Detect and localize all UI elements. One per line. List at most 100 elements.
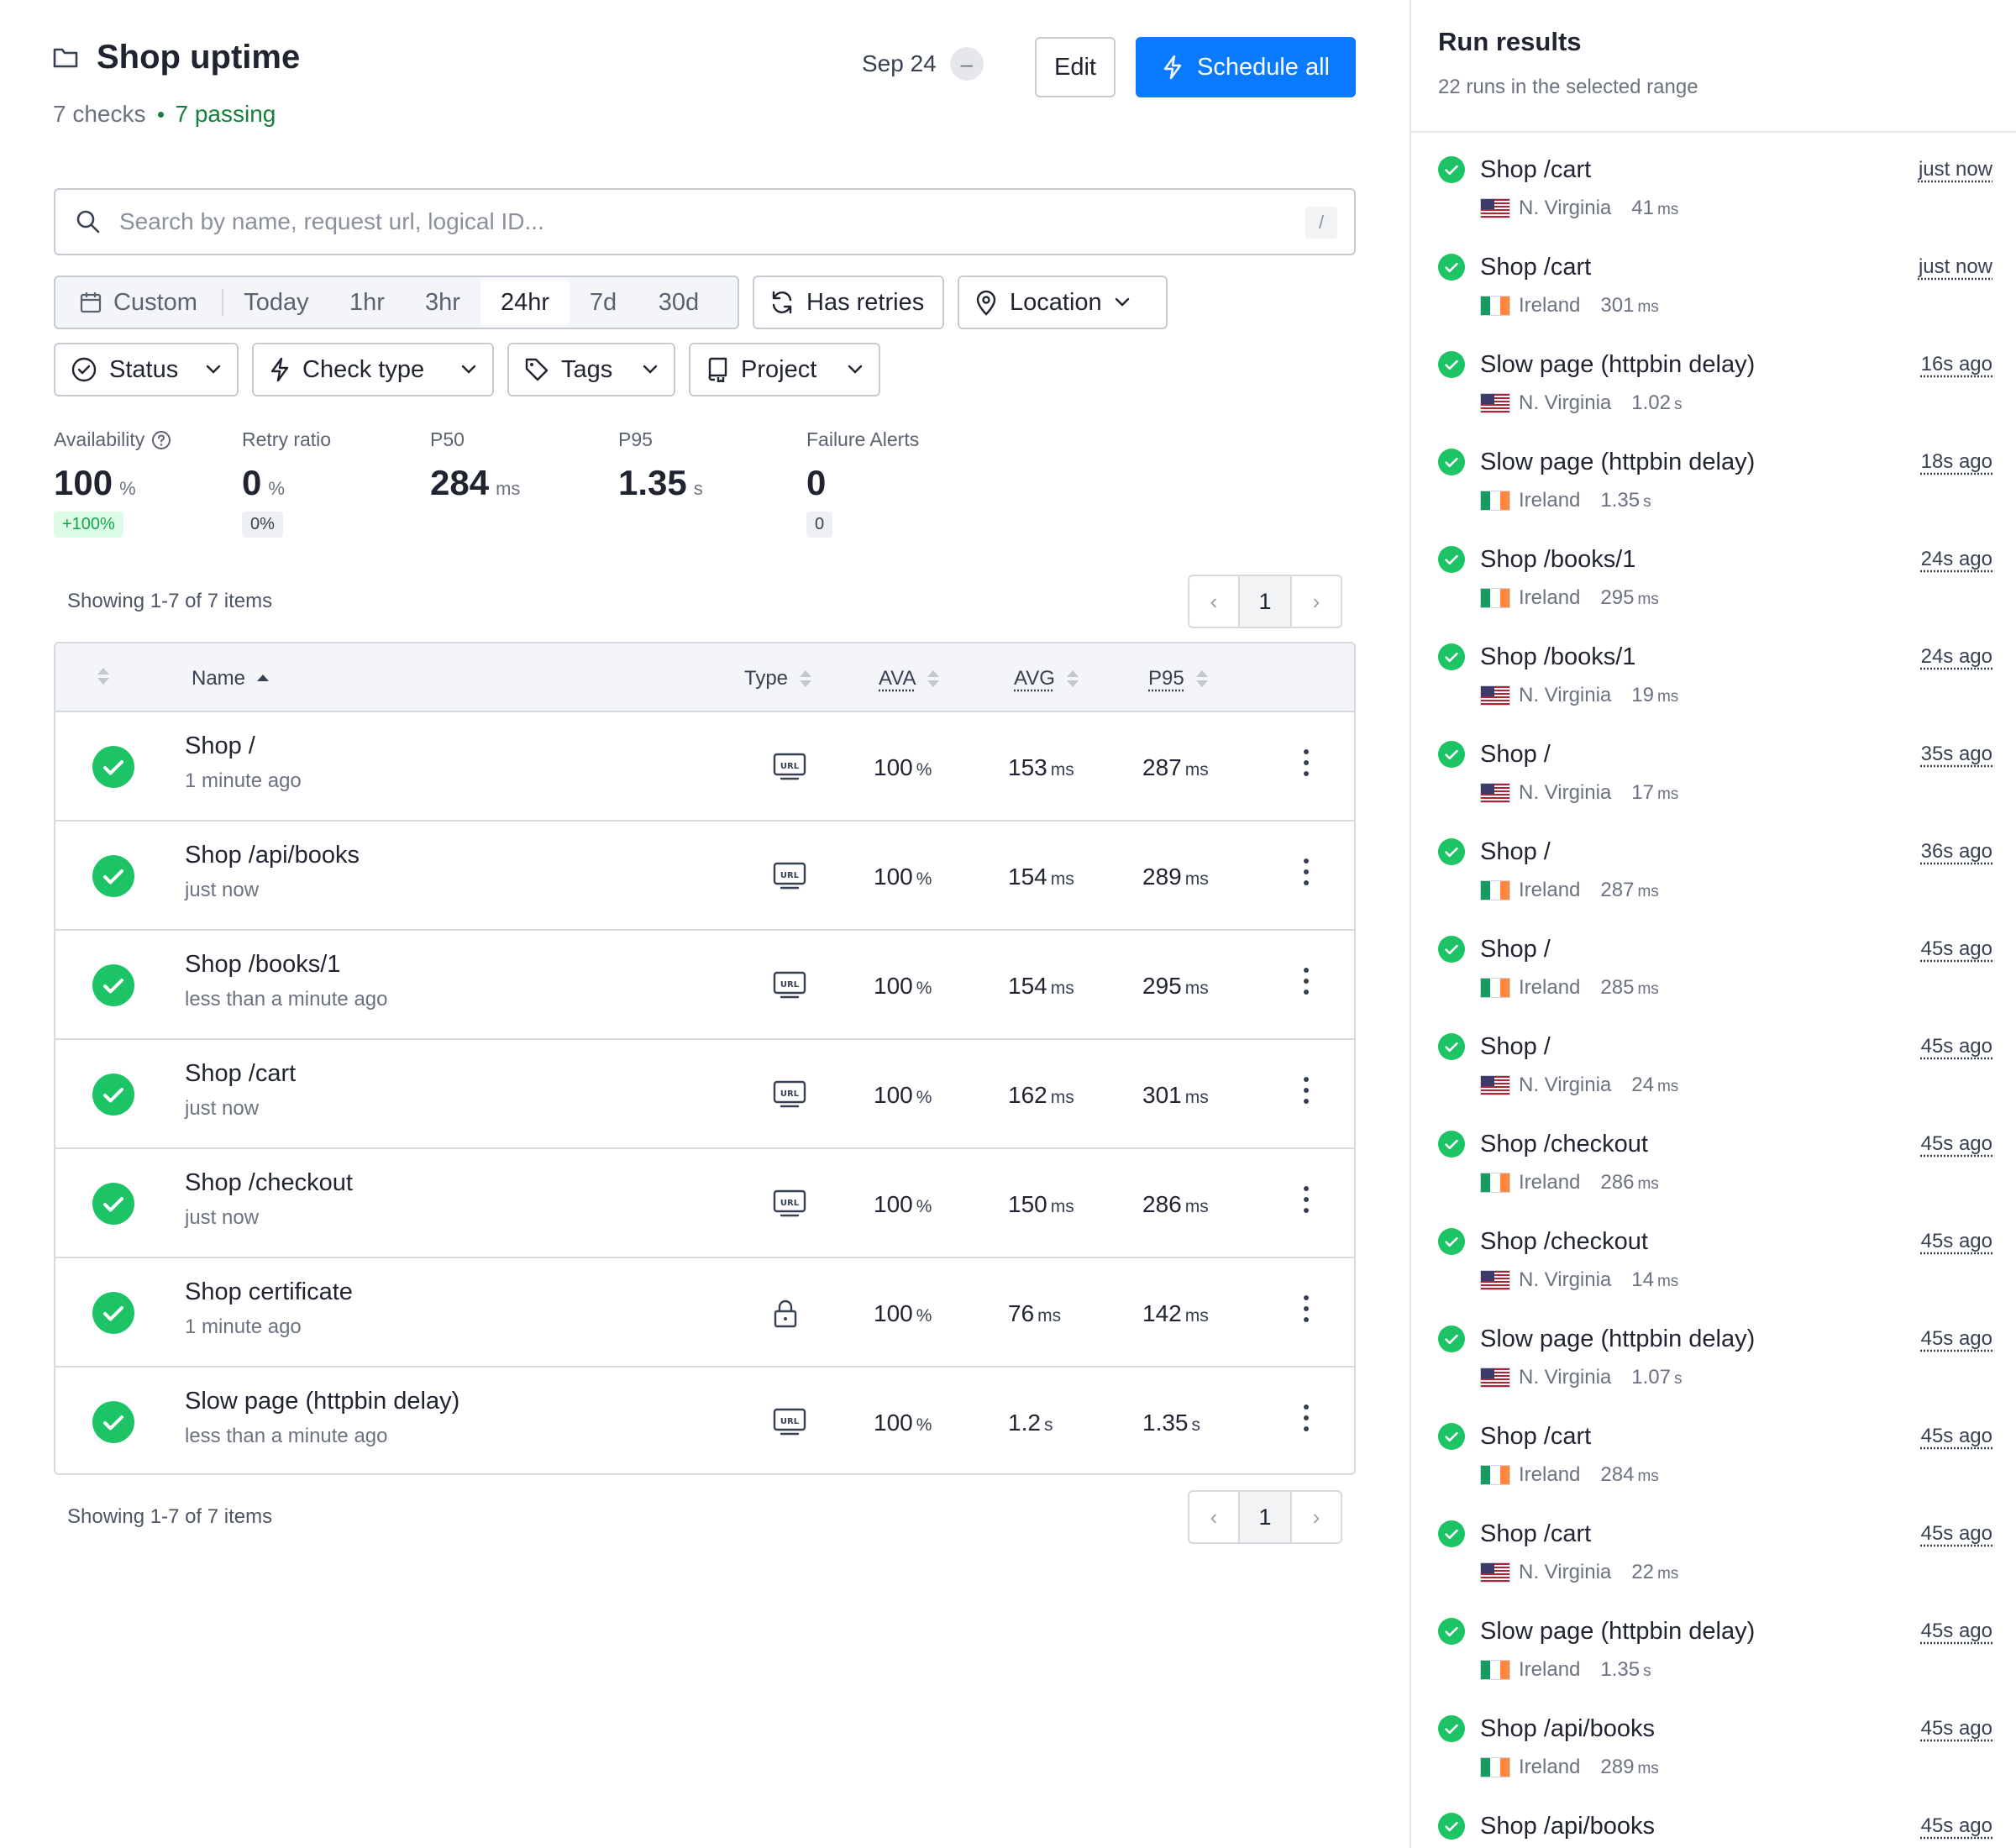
run-item[interactable]: Shop / 45s ago Ireland 285 ms	[1438, 921, 1992, 1018]
range-7d[interactable]: 7d	[570, 279, 637, 326]
clear-date-button[interactable]: –	[949, 47, 984, 81]
p95-unit: ms	[1184, 869, 1209, 889]
chevron-down-icon	[642, 364, 659, 375]
run-duration: 301 ms	[1600, 294, 1658, 318]
prev-page-button[interactable]: ‹	[1189, 1492, 1238, 1542]
run-item[interactable]: Shop /cart 45s ago N. Virginia 22 ms	[1438, 1505, 1992, 1603]
run-item[interactable]: Shop /cart 45s ago Ireland 284 ms	[1438, 1408, 1992, 1505]
range-3hr[interactable]: 3hr	[405, 279, 480, 326]
tags-filter[interactable]: Tags	[507, 343, 675, 396]
check-name[interactable]: Shop /cart	[185, 1060, 296, 1088]
run-item[interactable]: Slow page (httpbin delay) 16s ago N. Vir…	[1438, 336, 1992, 433]
table-row[interactable]: Shop /checkout just now URL 100% 150 ms 2…	[55, 1149, 1354, 1258]
edit-button[interactable]: Edit	[1035, 37, 1116, 97]
has-retries-filter[interactable]: Has retries	[753, 276, 944, 329]
us-flag-icon	[1480, 393, 1510, 413]
more-options-icon[interactable]	[1304, 1404, 1309, 1431]
more-options-icon[interactable]	[1304, 968, 1309, 995]
more-options-icon[interactable]	[1304, 749, 1309, 776]
check-name[interactable]: Shop /checkout	[185, 1169, 353, 1197]
run-item[interactable]: Slow page (httpbin delay) 18s ago Irelan…	[1438, 433, 1992, 531]
run-duration: 295 ms	[1600, 586, 1658, 610]
column-name-header[interactable]: Name	[192, 667, 270, 690]
selected-date[interactable]: Sep 24	[862, 50, 937, 77]
sort-icon	[1066, 669, 1079, 688]
range-custom[interactable]: Custom	[55, 289, 223, 316]
check-type-filter[interactable]: Check type	[252, 343, 494, 396]
run-time: 45s ago	[1920, 1425, 1992, 1447]
run-item[interactable]: Shop / 36s ago Ireland 287 ms	[1438, 823, 1992, 921]
column-type-header[interactable]: Type	[744, 667, 812, 690]
next-page-button[interactable]: ›	[1292, 576, 1341, 627]
run-item[interactable]: Shop /cart just now Ireland 301 ms	[1438, 239, 1992, 336]
run-item[interactable]: Shop / 45s ago N. Virginia 24 ms	[1438, 1018, 1992, 1116]
run-item[interactable]: Shop / 35s ago N. Virginia 17 ms	[1438, 726, 1992, 823]
run-item[interactable]: Shop /cart just now N. Virginia 41 ms	[1438, 141, 1992, 239]
more-options-icon[interactable]	[1304, 858, 1309, 885]
check-name[interactable]: Slow page (httpbin delay)	[185, 1388, 459, 1415]
project-filter[interactable]: Project	[689, 343, 880, 396]
column-label: Type	[744, 667, 789, 690]
column-p95-header[interactable]: P95	[1148, 667, 1208, 690]
table-row[interactable]: Shop /cart just now URL 100% 162 ms 301 ms	[55, 1040, 1354, 1149]
run-time: 45s ago	[1920, 1132, 1992, 1155]
schedule-all-button[interactable]: Schedule all	[1136, 37, 1356, 97]
range-30d[interactable]: 30d	[637, 279, 721, 326]
range-1hr[interactable]: 1hr	[329, 279, 405, 326]
folder-icon	[53, 47, 78, 69]
run-location: Ireland	[1519, 1756, 1581, 1778]
table-row[interactable]: Shop /api/books just now URL 100% 154 ms …	[55, 822, 1354, 931]
run-item[interactable]: Shop /books/1 24s ago Ireland 295 ms	[1438, 531, 1992, 628]
run-item[interactable]: Shop /api/books 45s ago	[1438, 1798, 1992, 1848]
run-item[interactable]: Shop /checkout 45s ago Ireland 286 ms	[1438, 1116, 1992, 1213]
run-item[interactable]: Slow page (httpbin delay) 45s ago Irelan…	[1438, 1603, 1992, 1700]
range-24hr[interactable]: 24hr	[480, 279, 570, 326]
check-name[interactable]: Shop /api/books	[185, 842, 360, 869]
run-check-name: Shop /checkout	[1480, 1131, 1648, 1158]
search-input[interactable]: Search by name, request url, logical ID.…	[54, 188, 1356, 255]
availability-cell: 100%	[874, 1191, 932, 1218]
run-check-name: Shop /checkout	[1480, 1228, 1648, 1255]
check-name[interactable]: Shop certificate	[185, 1278, 353, 1306]
range-today[interactable]: Today	[223, 279, 329, 326]
run-item[interactable]: Slow page (httpbin delay) 45s ago N. Vir…	[1438, 1310, 1992, 1408]
pagination-top: ‹ 1 ›	[1188, 575, 1342, 628]
more-options-icon[interactable]	[1304, 1295, 1309, 1322]
avg-value: 162	[1008, 1082, 1047, 1108]
page-number-button[interactable]: 1	[1238, 576, 1292, 627]
column-avg-header[interactable]: AVG	[1014, 667, 1079, 690]
run-location: Ireland	[1519, 976, 1581, 999]
stat-p95: P95 1.35 s	[618, 428, 703, 503]
run-duration-unit: s	[1643, 493, 1651, 511]
prev-page-button[interactable]: ‹	[1189, 576, 1238, 627]
column-ava-header[interactable]: AVA	[879, 667, 940, 690]
run-duration-unit: ms	[1637, 980, 1659, 998]
help-icon[interactable]	[151, 430, 171, 450]
table-row[interactable]: Slow page (httpbin delay) less than a mi…	[55, 1368, 1354, 1473]
run-item[interactable]: Shop /api/books 45s ago Ireland 289 ms	[1438, 1700, 1992, 1798]
select-sort-header[interactable]	[97, 667, 109, 685]
status-filter[interactable]: Status	[54, 343, 239, 396]
more-options-icon[interactable]	[1304, 1077, 1309, 1104]
status-check-icon	[1438, 1228, 1465, 1255]
table-row[interactable]: Shop / 1 minute ago URL 100% 153 ms 287 ms	[55, 712, 1354, 822]
run-meta: N. Virginia 1.02 s	[1480, 391, 1683, 415]
run-duration-unit: s	[1643, 1662, 1651, 1680]
more-options-icon[interactable]	[1304, 1186, 1309, 1213]
table-row[interactable]: Shop certificate 1 minute ago 100% 76 ms …	[55, 1258, 1354, 1368]
avg-unit: ms	[1050, 1088, 1074, 1107]
run-location: Ireland	[1519, 1463, 1581, 1486]
table-row[interactable]: Shop /books/1 less than a minute ago URL…	[55, 931, 1354, 1040]
check-name[interactable]: Shop /	[185, 732, 255, 760]
status-check-icon	[1438, 741, 1465, 768]
run-item[interactable]: Shop /checkout 45s ago N. Virginia 14 ms	[1438, 1213, 1992, 1310]
run-meta: N. Virginia 41 ms	[1480, 197, 1678, 220]
location-filter[interactable]: Location	[958, 276, 1168, 329]
run-item[interactable]: Shop /books/1 24s ago N. Virginia 19 ms	[1438, 628, 1992, 726]
run-location: N. Virginia	[1519, 197, 1612, 219]
check-name[interactable]: Shop /books/1	[185, 951, 340, 979]
refresh-icon	[769, 290, 795, 315]
next-page-button[interactable]: ›	[1292, 1492, 1341, 1542]
page-number-button[interactable]: 1	[1238, 1492, 1292, 1542]
tag-icon	[524, 357, 549, 382]
